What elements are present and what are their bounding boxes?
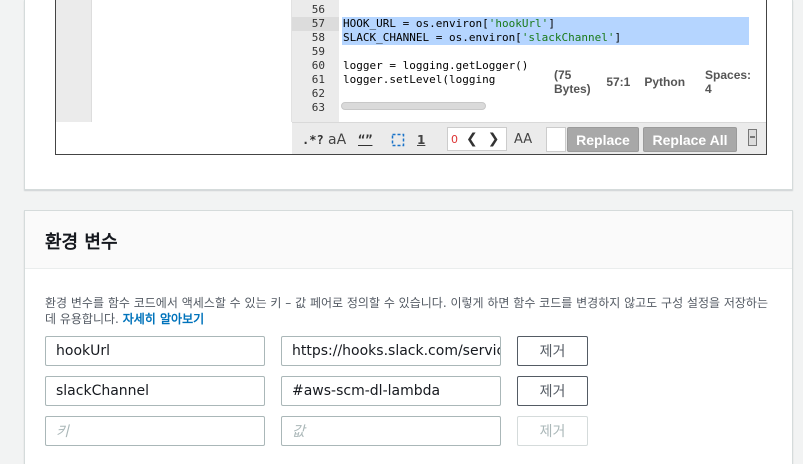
env-value-field[interactable]: https://hooks.slack.com/services: [281, 336, 501, 366]
match-navigator: 0 ❮ ❯: [447, 127, 507, 151]
chevron-left-icon[interactable]: ❮: [466, 131, 478, 147]
replace-all-button[interactable]: Replace All: [643, 127, 737, 152]
env-key-field[interactable]: hookUrl: [45, 336, 265, 366]
indent-setting[interactable]: Spaces: 4: [705, 68, 751, 96]
chevron-right-icon[interactable]: ❯: [488, 131, 500, 147]
env-value-field[interactable]: #aws-scm-dl-lambda: [281, 376, 501, 406]
selection-scope-icon[interactable]: [391, 123, 405, 154]
replace-input[interactable]: [546, 127, 566, 152]
line-number: 63: [311, 101, 325, 114]
match-count: 0: [451, 132, 458, 146]
learn-more-link[interactable]: 자세히 알아보기: [123, 312, 204, 326]
editor-side-strip: [56, 0, 92, 122]
case-sensitive-toggle[interactable]: aA: [328, 123, 346, 154]
search-replace-bar: .*? aA “” 1 0 ❮ ❯ AA Replace Replace All: [292, 122, 766, 154]
in-range-icon[interactable]: 1: [417, 123, 425, 154]
whole-word-toggle[interactable]: “”: [358, 123, 372, 154]
remove-env-button-disabled: 제거: [517, 416, 588, 446]
line-number-gutter: 56 57 58 59 60 61 62 63: [292, 0, 339, 122]
file-tree-panel: [92, 0, 292, 122]
cursor-position: 57:1: [606, 75, 631, 89]
env-key-field[interactable]: slackChannel: [45, 376, 265, 406]
environment-variables-card: 환경 변수 환경 변수를 함수 코드에서 액세스할 수 있는 키 – 값 페어로…: [24, 210, 793, 464]
editor-status-bar: (75 Bytes) 57:1 Python Spaces: 4 ⚙: [552, 68, 766, 96]
line-number: 62: [311, 87, 325, 100]
remove-env-button[interactable]: 제거: [517, 376, 588, 406]
remove-env-button[interactable]: 제거: [517, 336, 588, 366]
regex-toggle[interactable]: .*?: [302, 123, 324, 154]
code-editor: 56 57 58 59 60 61 62 63 HOOK_URL = os.environ['…: [55, 0, 767, 155]
code-line: HOOK_URL = os.environ['hookUrl']: [343, 17, 555, 30]
toggle-replace-icon[interactable]: [748, 129, 757, 146]
gear-icon[interactable]: ⚙: [765, 74, 766, 90]
env-card-header: 환경 변수: [25, 211, 792, 269]
replace-button[interactable]: Replace: [567, 127, 639, 152]
horizontal-scrollbar[interactable]: [341, 102, 486, 110]
env-description: 환경 변수를 함수 코드에서 액세스할 수 있는 키 – 값 페어로 정의할 수…: [45, 296, 769, 326]
code-line: SLACK_CHANNEL = os.environ['slackChannel…: [343, 31, 622, 44]
line-number: 59: [311, 45, 325, 58]
new-env-value-input[interactable]: 값: [281, 416, 501, 446]
code-line: logger = logging.getLogger(): [343, 59, 529, 72]
line-number: 57: [311, 17, 325, 30]
line-number: 58: [311, 31, 325, 44]
line-number: 56: [311, 3, 325, 16]
line-number: 61: [311, 73, 325, 86]
env-section-title: 환경 변수: [45, 232, 118, 253]
new-env-key-input[interactable]: 키: [45, 416, 265, 446]
file-size: (75 Bytes): [554, 68, 591, 96]
language-mode[interactable]: Python: [644, 75, 685, 89]
preserve-case-toggle[interactable]: AA: [514, 123, 532, 154]
code-editor-card: 56 57 58 59 60 61 62 63 HOOK_URL = os.environ['…: [24, 0, 793, 190]
code-line: logger.setLevel(logging: [343, 73, 496, 86]
line-number: 60: [311, 59, 325, 72]
